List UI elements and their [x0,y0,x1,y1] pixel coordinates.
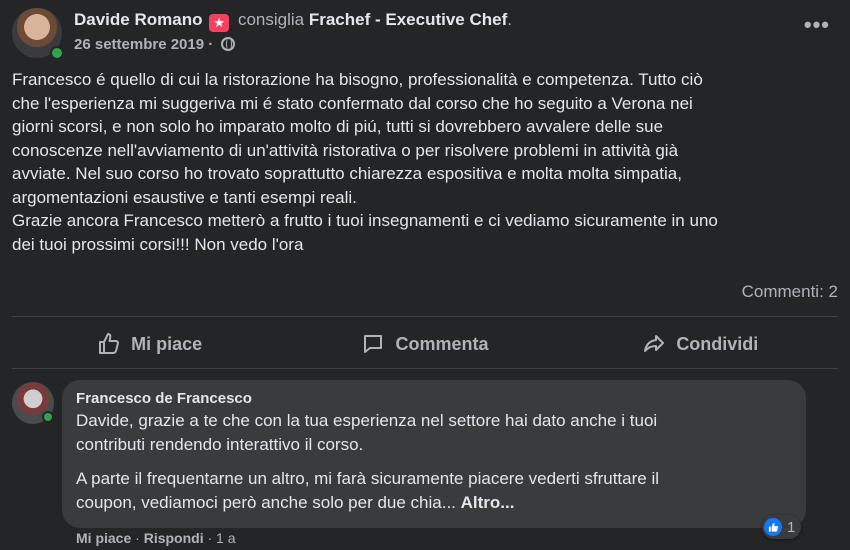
like-button-label: Mi piace [131,333,203,354]
post-text: Francesco é quello di cui la ristorazion… [12,70,718,254]
date-separator: · [204,36,218,53]
footer-separator: · [131,530,144,546]
comment-bubble-icon [364,335,383,353]
comment-item: Francesco de Francesco Davide, grazie a … [12,380,838,550]
share-button-label: Condividi [676,333,759,354]
comment-reply-link[interactable]: Rispondi [144,530,204,546]
post-headline: Davide Romano ★ consiglia Frachef - Exec… [74,10,512,32]
thumbs-up-icon [99,333,120,354]
post-header: Davide Romano ★ consiglia Frachef - Exec… [12,8,838,60]
online-status-dot [50,46,64,60]
globe-icon [221,37,236,51]
share-button[interactable]: Condividi [563,320,838,368]
commenter-online-dot [42,411,54,423]
post-date-line: 26 settembre 2019 · [74,36,236,53]
comment-time-link[interactable]: 1 a [216,530,235,546]
comment-button[interactable]: Commenta [287,320,562,368]
see-more-link[interactable]: Altro... [461,493,515,512]
comment-text-paragraph-1: Davide, grazie a te che con la tua esper… [76,411,658,454]
like-reaction-icon [764,518,782,536]
post-date-link[interactable]: 26 settembre 2019 [74,36,204,53]
headline-period: . [507,10,512,29]
recommend-star-icon: ★ [209,14,230,32]
comment-bubble: Francesco de Francesco Davide, grazie a … [62,380,806,528]
comment-button-label: Commenta [395,333,489,354]
recommend-verb: consiglia [237,10,305,29]
post-actions-bar: Mi piace Commenta Condividi [12,320,838,368]
more-options-icon[interactable]: ••• [804,14,830,36]
comment-reactions[interactable]: 1 [762,515,802,539]
author-name-link[interactable]: Davide Romano [74,10,202,29]
comment-like-link[interactable]: Mi piace [76,530,131,546]
page-name-link[interactable]: Frachef - Executive Chef [309,10,507,29]
reaction-count: 1 [787,518,796,536]
like-button[interactable]: Mi piace [12,320,287,368]
comment-text-truncated: A parte il frequentarne un altro, mi far… [76,469,660,512]
commenter-name-link[interactable]: Francesco de Francesco [76,390,792,407]
divider-bottom [12,368,838,369]
comments-count-link[interactable]: Commenti: 2 [742,282,838,302]
comment-footer: Mi piace · Rispondi · 1 a [76,530,236,546]
divider-top [12,316,838,317]
share-arrow-icon [644,335,665,352]
comment-text-paragraph-2: A parte il frequentarne un altro, mi far… [76,467,792,515]
footer-separator: · [203,530,217,546]
